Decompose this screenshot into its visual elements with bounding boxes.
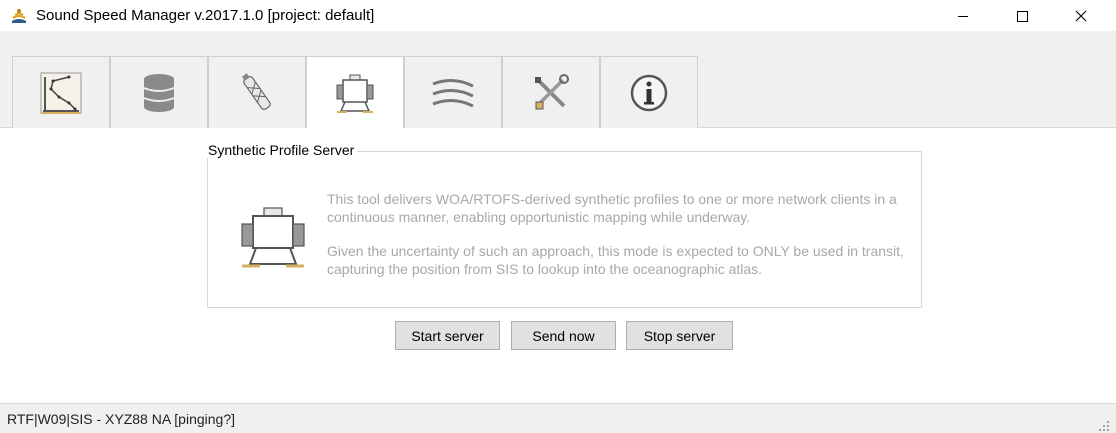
close-icon bbox=[1075, 10, 1087, 21]
resize-grip-icon[interactable] bbox=[1097, 419, 1111, 433]
tab-profile-editor[interactable] bbox=[12, 56, 110, 128]
send-now-button[interactable]: Send now bbox=[511, 321, 616, 350]
profile-plot-icon bbox=[40, 72, 82, 114]
description-paragraph-2: Given the uncertainty of such an approac… bbox=[327, 243, 904, 277]
tab-refraction[interactable] bbox=[404, 56, 502, 128]
tab-server[interactable] bbox=[306, 56, 404, 129]
status-text: RTF|W09|SIS - XYZ88 NA [pinging?] bbox=[7, 411, 235, 427]
database-icon bbox=[143, 73, 175, 112]
title-bar[interactable]: Sound Speed Manager v.2017.1.0 [project:… bbox=[0, 0, 1116, 31]
probe-icon bbox=[241, 72, 271, 110]
robot-server-icon bbox=[241, 207, 305, 268]
synthetic-profile-server-group bbox=[207, 151, 922, 308]
maximize-icon bbox=[1017, 10, 1028, 22]
sound-speed-app-icon bbox=[12, 9, 26, 23]
minimize-button[interactable] bbox=[940, 0, 986, 31]
tab-settings[interactable] bbox=[502, 56, 600, 128]
server-panel: Synthetic Profile Server This tool deliv… bbox=[0, 128, 1116, 404]
close-button[interactable] bbox=[1058, 0, 1104, 31]
tab-info[interactable] bbox=[600, 56, 698, 128]
info-icon bbox=[630, 74, 668, 111]
description-paragraph-1: This tool delivers WOA/RTOFS-derived syn… bbox=[327, 191, 897, 225]
group-title: Synthetic Profile Server bbox=[205, 142, 358, 158]
tab-database[interactable] bbox=[110, 56, 208, 128]
tab-sensor[interactable] bbox=[208, 56, 306, 128]
robot-server-icon bbox=[336, 74, 374, 113]
wave-lines-icon bbox=[432, 78, 474, 107]
tools-icon bbox=[535, 73, 569, 109]
minimize-icon bbox=[958, 15, 968, 17]
stop-server-button[interactable]: Stop server bbox=[626, 321, 733, 350]
window-title: Sound Speed Manager v.2017.1.0 [project:… bbox=[36, 7, 375, 24]
maximize-button[interactable] bbox=[999, 0, 1045, 31]
app-window: Sound Speed Manager v.2017.1.0 [project:… bbox=[0, 0, 1116, 433]
start-server-button[interactable]: Start server bbox=[395, 321, 500, 350]
status-bar: RTF|W09|SIS - XYZ88 NA [pinging?] bbox=[0, 405, 1116, 433]
tab-bar bbox=[0, 31, 1116, 129]
